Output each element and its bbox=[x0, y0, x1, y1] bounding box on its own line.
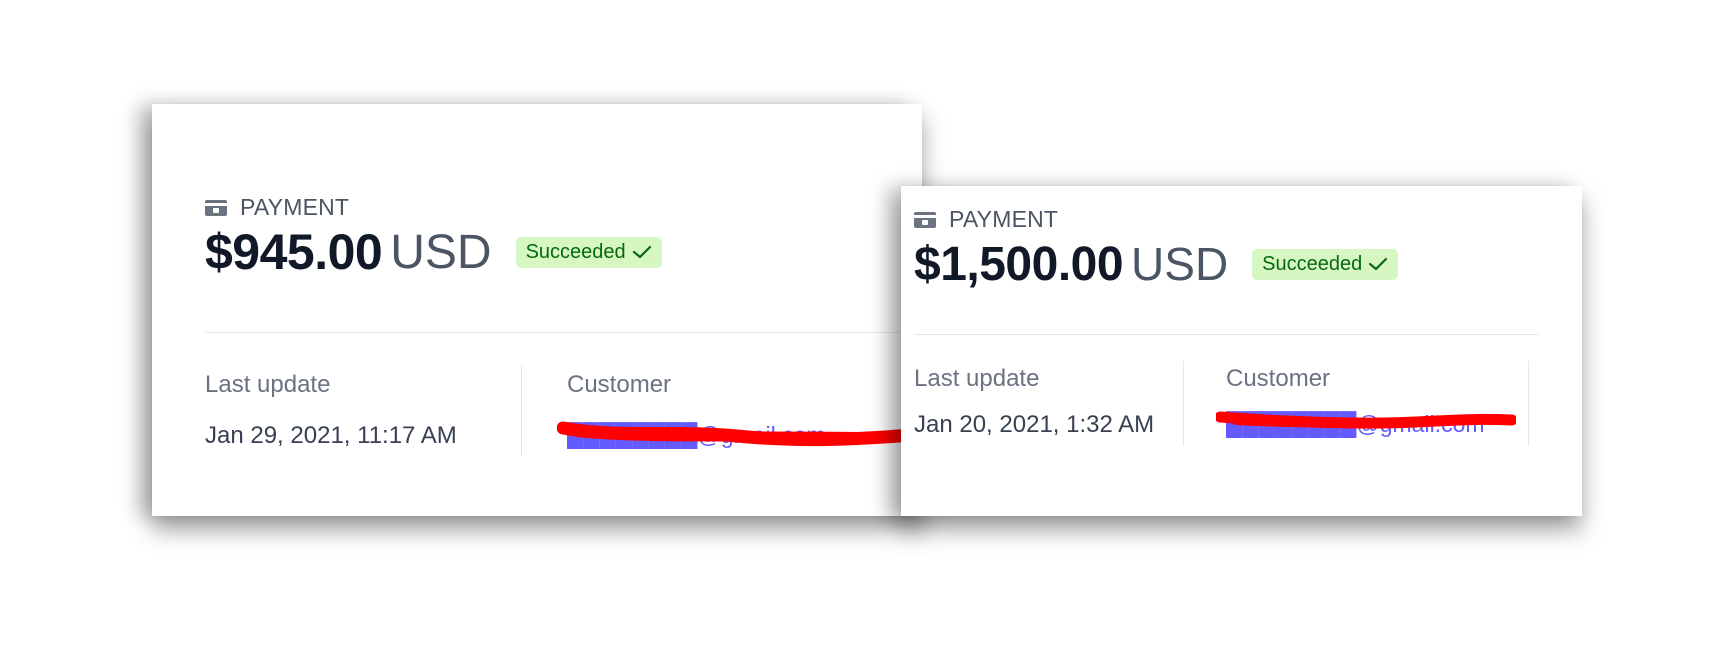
redaction-mark bbox=[557, 421, 922, 447]
redaction-mark bbox=[1216, 411, 1516, 429]
last-update-value: Jan 20, 2021, 1:32 AM bbox=[914, 411, 1155, 438]
status-label: Succeeded bbox=[1262, 252, 1363, 275]
payment-type-header: PAYMENT bbox=[205, 194, 349, 221]
payment-card-945: PAYMENT $945.00 USD Succeeded Last updat… bbox=[152, 104, 922, 516]
amount-row: $945.00 USD Succeeded bbox=[205, 222, 662, 282]
credit-card-icon bbox=[205, 199, 227, 216]
status-badge: Succeeded bbox=[1252, 248, 1399, 280]
amount-row: $1,500.00 USD Succeeded bbox=[914, 234, 1399, 294]
payment-type-label: PAYMENT bbox=[240, 194, 350, 220]
payment-type-label: PAYMENT bbox=[949, 206, 1059, 232]
amount-currency: USD bbox=[1131, 238, 1229, 290]
screenshot-stage: PAYMENT $945.00 USD Succeeded Last updat… bbox=[0, 0, 1723, 668]
divider bbox=[914, 334, 1538, 335]
check-icon bbox=[1368, 256, 1388, 272]
payment-type-header: PAYMENT bbox=[914, 206, 1058, 233]
amount-currency: USD bbox=[390, 225, 492, 279]
column-divider bbox=[1183, 361, 1184, 446]
status-badge: Succeeded bbox=[515, 236, 662, 268]
last-update-value: Jan 29, 2021, 11:17 AM bbox=[205, 422, 457, 449]
status-label: Succeeded bbox=[525, 240, 626, 263]
amount-value: $1,500.00 bbox=[914, 237, 1124, 291]
divider bbox=[205, 332, 922, 333]
amount-value: $945.00 bbox=[205, 224, 383, 280]
last-update-label: Last update bbox=[914, 365, 1040, 392]
column-divider bbox=[1528, 361, 1529, 446]
customer-label: Customer bbox=[1226, 365, 1331, 392]
payment-card-1500: PAYMENT $1,500.00 USD Succeeded Last upd… bbox=[901, 186, 1582, 516]
last-update-label: Last update bbox=[205, 371, 331, 398]
column-divider bbox=[521, 366, 522, 456]
credit-card-icon bbox=[914, 211, 936, 228]
check-icon bbox=[632, 244, 652, 260]
customer-label: Customer bbox=[567, 371, 672, 398]
